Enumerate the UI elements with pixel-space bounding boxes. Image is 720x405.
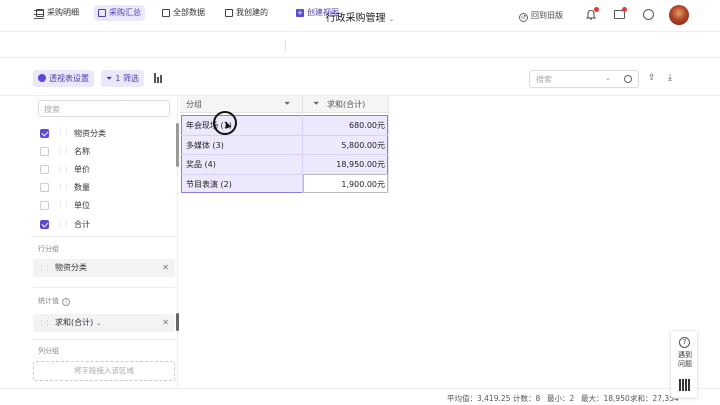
drag-handle-icon[interactable]: ⋮⋮ [57,183,70,191]
table-icon [225,9,233,17]
drag-handle-icon[interactable]: ⋮⋮ [57,129,70,137]
row-label[interactable]: 奖品 (4) [186,159,216,170]
row-value[interactable]: 1,900.00元 [303,179,385,190]
old-version-button[interactable]: ↺ 回到旧版 [519,10,563,22]
divider [302,96,303,113]
status-max: 最大：18,950 [581,394,630,403]
search-input[interactable]: 搜索 ⌄ [529,70,639,88]
close-icon[interactable]: ✕ [162,259,169,277]
divider [33,339,175,340]
row-value[interactable]: 18,950.00元 [303,159,385,170]
return-icon: ↺ [519,13,528,22]
close-icon[interactable]: ✕ [162,314,169,332]
checkbox[interactable] [40,200,49,210]
settings-icon [38,74,46,82]
checkbox[interactable] [40,146,49,156]
column-header-sum[interactable]: 求和(合计) [327,99,365,110]
avatar[interactable] [669,5,689,25]
checkbox[interactable] [40,164,49,174]
column-drop-zone[interactable]: 将字段拖入该区域 [33,361,175,381]
grid-icon [162,9,170,17]
field-item[interactable]: ⋮⋮ 名称 [40,143,90,159]
field-item[interactable]: ⋮⋮ 合计 [40,216,90,232]
drag-handle-icon[interactable]: ⋮⋮ [57,147,70,155]
divider [285,40,286,50]
scrollbar[interactable] [176,313,179,331]
plus-icon: + [296,9,304,17]
checkbox[interactable] [40,128,49,138]
table-icon [36,9,44,17]
tab-purchase-summary[interactable]: 采购汇总 [94,5,145,21]
column-header-group[interactable]: 分组 [186,99,202,110]
chevron-down-icon[interactable]: ⌄ [389,15,395,23]
help-widget[interactable]: ? 遇到问题 [670,330,698,398]
tab-purchase-detail[interactable]: 采购明细 [32,5,83,21]
filter-icon[interactable]: ⏷ [284,99,290,109]
field-item[interactable]: ⋮⋮ 物资分类 [40,125,106,141]
filter-icon: ⏷ [106,74,113,83]
pivot-settings-button[interactable]: 透视表设置 [33,70,94,87]
divider [181,135,388,136]
notification-badge [594,7,599,12]
info-icon[interactable]: i [62,298,70,306]
scrollbar[interactable] [176,123,179,167]
mail-badge [622,7,627,12]
download-icon[interactable]: ⤓ [668,73,679,83]
row-value[interactable]: 5,800.00元 [303,140,385,151]
stat-title: 统计值 i [38,296,70,306]
divider [181,154,388,155]
drag-handle-icon[interactable]: ⋮⋮ [57,165,70,173]
chevron-down-icon[interactable]: ⌄ [96,320,101,327]
chevron-down-icon[interactable]: ⌄ [605,74,611,82]
filter-button[interactable]: ⏷ 1 筛选 [101,70,145,87]
drag-handle-icon[interactable]: ⋮⋮ [38,264,51,272]
upload-icon[interactable]: ⇪ [648,73,659,83]
view-tabs [0,32,720,58]
field-search-input[interactable]: 搜索 [38,100,170,117]
search-icon[interactable] [624,75,632,83]
divider [388,96,389,193]
col-group-title: 列分组 [38,347,59,355]
status-bar: 平均值：3,419.25 计数：8 最小：2 最大：18,950 求和：27,3… [0,388,720,405]
divider [33,236,175,237]
pivot-icon [98,9,106,17]
question-icon[interactable]: ? [679,337,690,348]
field-item[interactable]: ⋮⋮ 单位 [40,197,90,213]
stat-chip[interactable]: ⋮⋮ 求和(合计) ⌄ ✕ [33,314,175,332]
field-item[interactable]: ⋮⋮ 单价 [40,161,90,177]
help-label[interactable]: 遇到问题 [675,351,695,369]
checkbox[interactable] [40,219,49,229]
drag-handle-icon[interactable]: ⋮⋮ [38,319,51,327]
row-label[interactable]: 节目表演 (2) [186,179,232,190]
field-item[interactable]: ⋮⋮ 数量 [40,179,90,195]
divider [33,287,175,288]
row-value[interactable]: 680.00元 [303,120,385,131]
drag-handle-icon[interactable]: ⋮⋮ [57,201,70,209]
chart-icon[interactable] [154,73,163,83]
tab-my-created[interactable]: 我创建的 [221,5,272,21]
checkbox[interactable] [40,182,49,192]
row-group-chip[interactable]: ⋮⋮ 物资分类 ✕ [33,259,175,277]
tab-all-data[interactable]: 全部数据 [158,5,209,21]
compass-icon[interactable] [643,9,654,20]
status-avg: 平均值：3,419.25 [447,394,511,403]
row-label[interactable]: 多媒体 (3) [186,140,224,151]
filter-icon[interactable]: ⏷ [313,99,319,109]
row-group-title: 行分组 [38,245,59,253]
create-view-button[interactable]: + 创建视图 [292,5,343,21]
qrcode-icon[interactable] [679,379,690,391]
drag-handle-icon[interactable]: ⋮⋮ [57,220,70,228]
status-count: 计数：8 [513,394,541,403]
status-min: 最小：2 [547,394,575,403]
